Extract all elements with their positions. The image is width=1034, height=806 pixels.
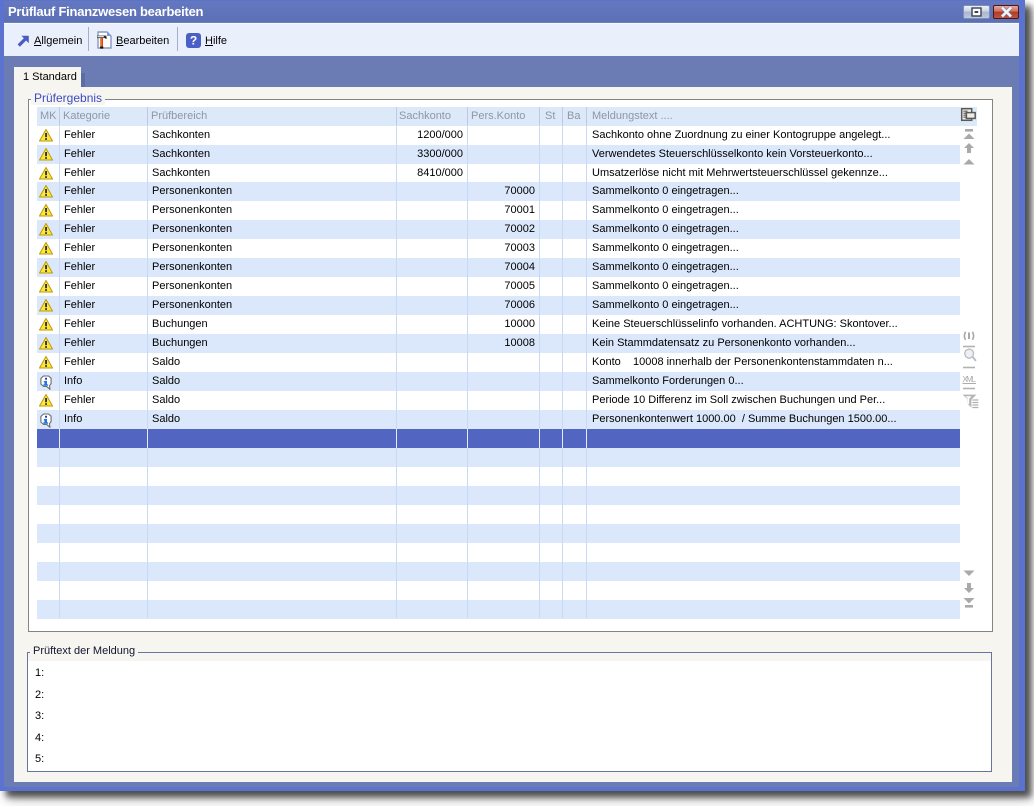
svg-text:XML: XML [962, 375, 976, 384]
svg-text:?: ? [190, 34, 197, 48]
